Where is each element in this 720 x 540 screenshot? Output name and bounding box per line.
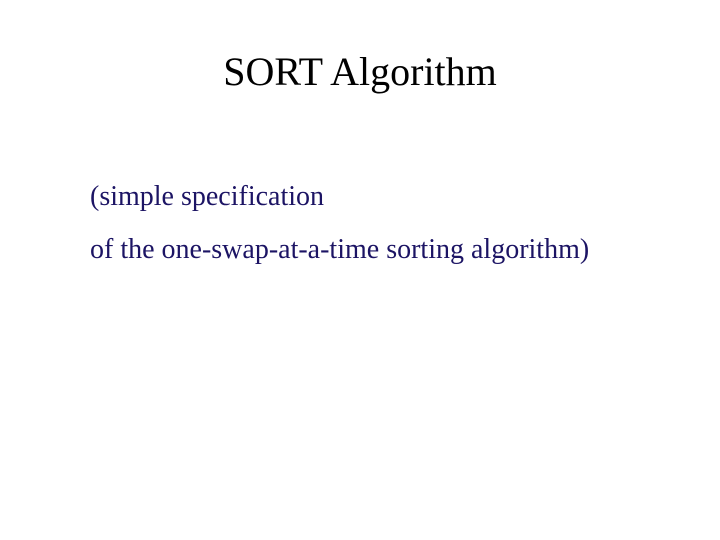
body-line-1: (simple specification: [90, 170, 650, 223]
body-line-2: of the one-swap-at-a-time sorting algori…: [90, 223, 650, 276]
slide-title: SORT Algorithm: [0, 48, 720, 95]
slide: SORT Algorithm (simple specification of …: [0, 0, 720, 540]
slide-body: (simple specification of the one-swap-at…: [90, 170, 650, 276]
